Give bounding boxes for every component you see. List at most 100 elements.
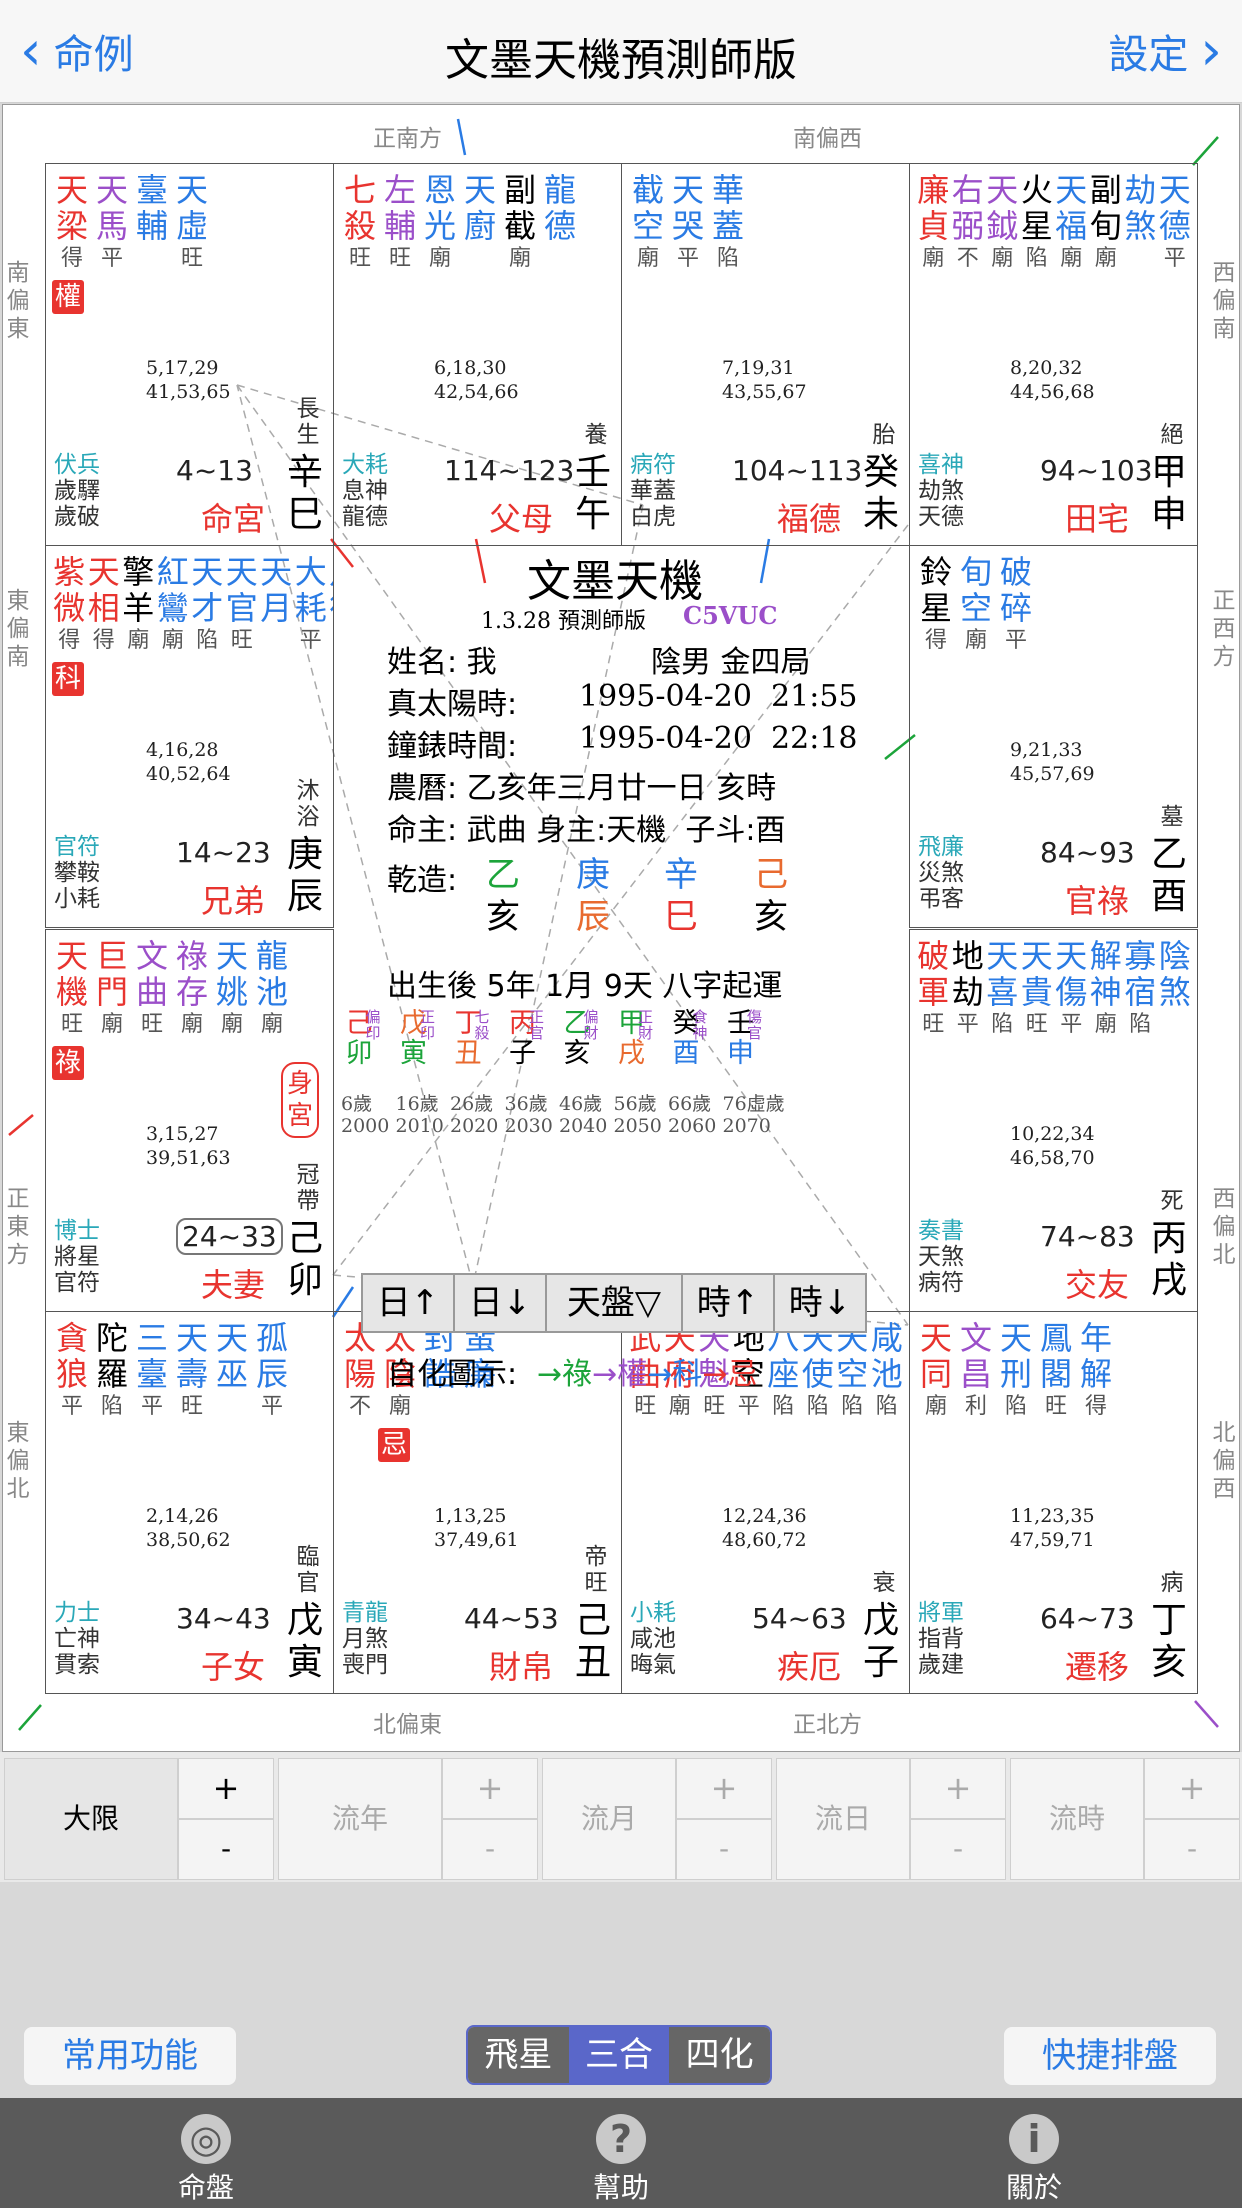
star[interactable]: 地劫平 bbox=[951, 938, 986, 1040]
palace-chen[interactable]: 紫微得天相得擎羊廟紅鸞廟天才陷天官旺天月大耗平月德科4,16,2840,52,6… bbox=[45, 545, 334, 928]
star[interactable]: 天姚廟 bbox=[212, 938, 252, 1040]
palace-wu[interactable]: 七殺旺左輔旺恩光廟天廚 副截廟龍德 6,18,30 42,54,66 養大耗 息神 龍德 11… bbox=[333, 163, 622, 546]
star[interactable]: 火星陷 bbox=[1020, 172, 1055, 274]
star[interactable]: 天貴旺 bbox=[1020, 938, 1055, 1040]
star[interactable]: 天相得 bbox=[87, 554, 122, 656]
segment-option[interactable]: 三合 bbox=[568, 2027, 670, 2083]
star[interactable]: 天喜陷 bbox=[985, 938, 1020, 1040]
star[interactable]: 龍池廟 bbox=[252, 938, 292, 1040]
star[interactable]: 天廚 bbox=[460, 172, 500, 274]
palace-yin[interactable]: 貪狼平陀羅陷三臺平天壽旺天巫 孤辰平 2,14,26 38,50,62 臨官 力士 亡神 貫索… bbox=[45, 1311, 334, 1694]
star[interactable]: 三臺平 bbox=[132, 1320, 172, 1422]
star[interactable]: 劫煞 bbox=[1123, 172, 1158, 274]
tab-chart[interactable]: ◎ 命盤 bbox=[106, 2098, 306, 2206]
star[interactable]: 天巫 bbox=[212, 1320, 252, 1422]
palace-name[interactable]: 夫妻 bbox=[201, 1260, 265, 1306]
tab-help[interactable]: ? 幫助 bbox=[521, 2098, 721, 2206]
quick-chart-button[interactable]: 快捷排盤 bbox=[1004, 2027, 1216, 2085]
star[interactable]: 天才陷 bbox=[190, 554, 225, 656]
time-button[interactable]: 日↓ bbox=[453, 1273, 547, 1333]
star[interactable]: 截空廟 bbox=[628, 172, 668, 274]
palace-name[interactable]: 福德 bbox=[777, 494, 841, 540]
star[interactable]: 天刑陷 bbox=[996, 1320, 1036, 1422]
time-button[interactable]: 時↑ bbox=[681, 1273, 775, 1333]
segment-option[interactable]: 飛星 bbox=[468, 2027, 569, 2083]
liuri-plus[interactable]: + bbox=[910, 1758, 1006, 1819]
palace-xu[interactable]: 破軍旺地劫平天喜陷天貴旺天傷平解神廟寡宿陷陰煞 10,22,34 46,58,70 死… bbox=[909, 929, 1198, 1312]
star[interactable]: 祿存廟 bbox=[172, 938, 212, 1040]
star[interactable]: 月德 bbox=[328, 554, 333, 656]
star[interactable]: 右弼不 bbox=[951, 172, 986, 274]
palace-name[interactable]: 交友 bbox=[1065, 1260, 1129, 1306]
palace-hai[interactable]: 天同廟文昌利天刑陷鳳閣旺年解得 11,23,35 47,59,71 病將軍 指背 歲建 64… bbox=[909, 1311, 1198, 1694]
palace-name[interactable]: 父母 bbox=[489, 494, 553, 540]
star[interactable]: 破軍旺 bbox=[916, 938, 951, 1040]
palace-mao[interactable]: 天機旺巨門廟文曲旺祿存廟天姚廟龍池廟祿 3,15,27 39,51,63 冠帶 博士 將星… bbox=[45, 929, 334, 1312]
star[interactable]: 副旬廟 bbox=[1089, 172, 1124, 274]
star[interactable]: 副截廟 bbox=[500, 172, 540, 274]
time-button[interactable]: 日↑ bbox=[361, 1273, 455, 1333]
star[interactable]: 天官旺 bbox=[225, 554, 260, 656]
star[interactable]: 陀羅陷 bbox=[92, 1320, 132, 1422]
star[interactable]: 年解得 bbox=[1076, 1320, 1116, 1422]
star[interactable]: 破碎平 bbox=[996, 554, 1036, 656]
star[interactable]: 寡宿陷 bbox=[1123, 938, 1158, 1040]
star[interactable]: 左輔旺 bbox=[380, 172, 420, 274]
star[interactable]: 天馬平 bbox=[92, 172, 132, 274]
star[interactable]: 天壽旺 bbox=[172, 1320, 212, 1422]
star[interactable]: 天月 bbox=[259, 554, 294, 656]
palace-name[interactable]: 兄弟 bbox=[201, 876, 265, 922]
daxian-button[interactable]: 大限 bbox=[4, 1758, 178, 1880]
star[interactable]: 紫微得 bbox=[52, 554, 87, 656]
palace-wei[interactable]: 截空廟天哭平華蓋陷 7,19,31 43,55,67 胎病符 華蓋 白虎 104~113 福德… bbox=[621, 163, 910, 546]
segment-option[interactable]: 四化 bbox=[669, 2027, 770, 2083]
star[interactable]: 天德平 bbox=[1158, 172, 1193, 274]
palace-name[interactable]: 子女 bbox=[201, 1642, 265, 1688]
liunian-minus[interactable]: - bbox=[442, 1819, 538, 1880]
star[interactable]: 臺輔 bbox=[132, 172, 172, 274]
star[interactable]: 華蓋陷 bbox=[708, 172, 748, 274]
liuyue-button[interactable]: 流月 bbox=[542, 1758, 676, 1880]
star[interactable]: 孤辰平 bbox=[252, 1320, 292, 1422]
star[interactable]: 天梁得 bbox=[52, 172, 92, 274]
time-button[interactable]: 時↓ bbox=[773, 1273, 867, 1333]
liuri-button[interactable]: 流日 bbox=[776, 1758, 910, 1880]
star[interactable]: 天虛旺 bbox=[172, 172, 212, 274]
palace-name[interactable]: 命宮 bbox=[201, 494, 265, 540]
palace-shen[interactable]: 廉貞廟右弼不天鉞廟火星陷天福廟副旬廟劫煞 天德平 8,20,32 44,56,68 絕喜… bbox=[909, 163, 1198, 546]
liunian-button[interactable]: 流年 bbox=[278, 1758, 442, 1880]
star[interactable]: 旬空廟 bbox=[956, 554, 996, 656]
liuyue-minus[interactable]: - bbox=[676, 1819, 772, 1880]
tab-about[interactable]: i 關於 bbox=[934, 2098, 1134, 2206]
palace-name[interactable]: 官祿 bbox=[1065, 876, 1129, 922]
star[interactable]: 天哭平 bbox=[668, 172, 708, 274]
star[interactable]: 解神廟 bbox=[1089, 938, 1124, 1040]
palace-you[interactable]: 鈴星得旬空廟破碎平 9,21,33 45,57,69 墓飛廉 災煞 弔客 84~93 官祿 乙酉 bbox=[909, 545, 1198, 928]
star[interactable]: 文曲旺 bbox=[132, 938, 172, 1040]
liunian-plus[interactable]: + bbox=[442, 1758, 538, 1819]
palace-name[interactable]: 田宅 bbox=[1065, 494, 1129, 540]
liushi-button[interactable]: 流時 bbox=[1010, 1758, 1144, 1880]
star[interactable]: 天傷平 bbox=[1054, 938, 1089, 1040]
star[interactable]: 鳳閣旺 bbox=[1036, 1320, 1076, 1422]
star[interactable]: 大耗平 bbox=[294, 554, 329, 656]
star[interactable]: 七殺旺 bbox=[340, 172, 380, 274]
star[interactable]: 貪狼平 bbox=[52, 1320, 92, 1422]
star[interactable]: 廉貞廟 bbox=[916, 172, 951, 274]
star[interactable]: 天福廟 bbox=[1054, 172, 1089, 274]
star[interactable]: 文昌利 bbox=[956, 1320, 996, 1422]
palace-name[interactable]: 遷移 bbox=[1065, 1642, 1129, 1688]
star[interactable]: 擎羊廟 bbox=[121, 554, 156, 656]
daxian-plus[interactable]: + bbox=[178, 1758, 274, 1819]
common-functions-button[interactable]: 常用功能 bbox=[24, 2027, 236, 2085]
liushi-plus[interactable]: + bbox=[1144, 1758, 1240, 1819]
daxian-minus[interactable]: - bbox=[178, 1819, 274, 1880]
liuyue-plus[interactable]: + bbox=[676, 1758, 772, 1819]
settings-button[interactable]: 設定 › bbox=[1108, 22, 1222, 80]
star[interactable]: 天同廟 bbox=[916, 1320, 956, 1422]
star[interactable]: 陰煞 bbox=[1158, 938, 1193, 1040]
star[interactable]: 龍德 bbox=[540, 172, 580, 274]
star[interactable]: 天鉞廟 bbox=[985, 172, 1020, 274]
palace-name[interactable]: 財帛 bbox=[489, 1642, 553, 1688]
star[interactable]: 恩光廟 bbox=[420, 172, 460, 274]
